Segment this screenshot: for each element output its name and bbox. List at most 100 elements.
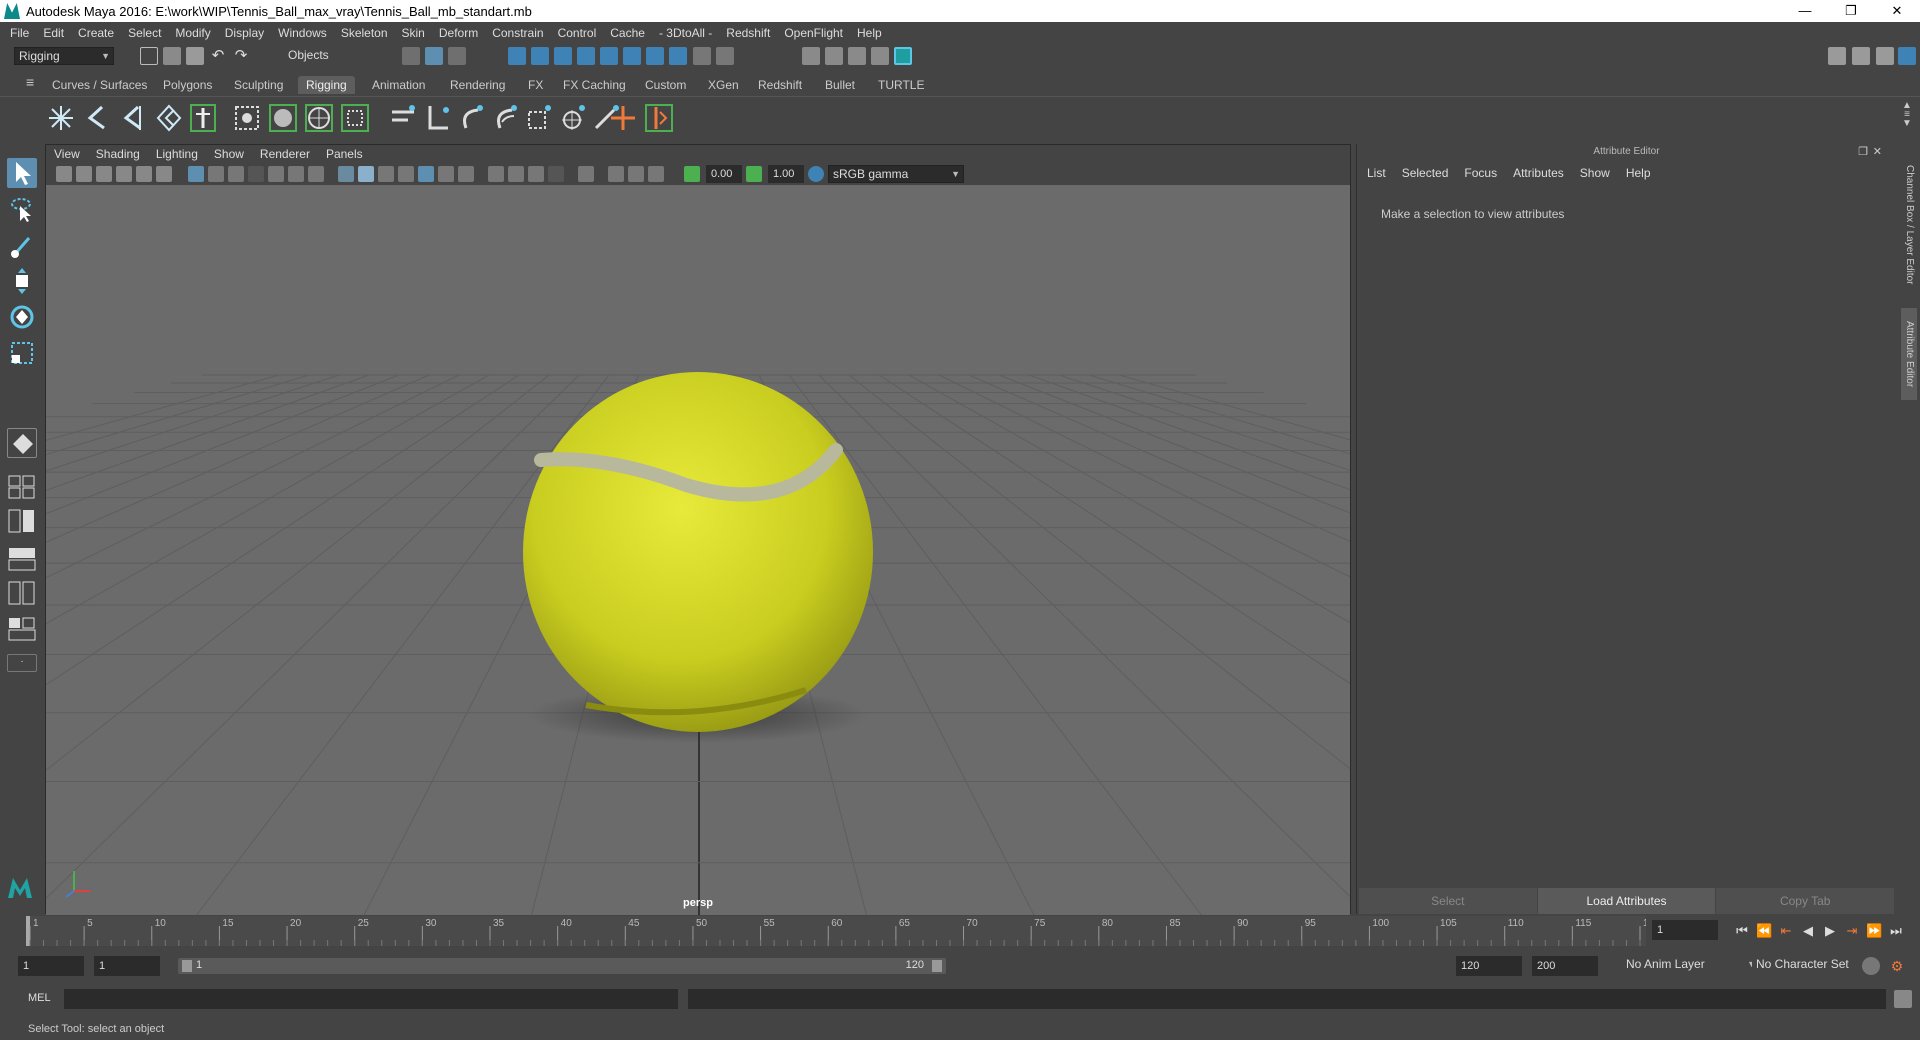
anti-aliasing-icon[interactable] bbox=[528, 166, 544, 182]
menu-skin[interactable]: Skin bbox=[402, 26, 425, 40]
snap-point-icon[interactable] bbox=[554, 47, 572, 65]
shadows-icon[interactable] bbox=[458, 166, 474, 182]
menu-constrain[interactable]: Constrain bbox=[492, 26, 543, 40]
attr-menu-help[interactable]: Help bbox=[1626, 166, 1651, 180]
render-settings-icon[interactable] bbox=[871, 47, 889, 65]
minimize-button[interactable]: — bbox=[1782, 0, 1828, 22]
aim-constraint-icon[interactable] bbox=[558, 102, 588, 134]
use-lights-icon[interactable] bbox=[438, 166, 454, 182]
menu-cache[interactable]: Cache bbox=[610, 26, 645, 40]
viewport-menu-shading[interactable]: Shading bbox=[96, 147, 140, 161]
ik-fk-switch-icon[interactable] bbox=[644, 102, 674, 134]
time-slider[interactable]: 1 5 10 15 20 25 30 35 40 45 50 55 60 65 70 75 80 85 90 95 10… bbox=[26, 916, 1646, 946]
new-scene-icon[interactable] bbox=[140, 47, 158, 65]
menu-deform[interactable]: Deform bbox=[439, 26, 478, 40]
add-locator-icon[interactable] bbox=[608, 102, 638, 134]
default-material-icon[interactable] bbox=[378, 166, 394, 182]
shelf-tab-fx-caching[interactable]: FX Caching bbox=[555, 76, 634, 94]
wireframe-on-shaded-icon[interactable] bbox=[398, 166, 414, 182]
safe-title-icon[interactable] bbox=[308, 166, 324, 182]
render-current-icon[interactable] bbox=[825, 47, 843, 65]
menu-3dtoall[interactable]: - 3DtoAll - bbox=[659, 26, 712, 40]
layout-two-panes-icon[interactable] bbox=[7, 506, 37, 533]
script-editor-icon[interactable] bbox=[1894, 990, 1912, 1008]
animation-preferences-icon[interactable]: ⚙ bbox=[1888, 957, 1906, 975]
attr-menu-attributes[interactable]: Attributes bbox=[1513, 166, 1564, 180]
auto-key-icon[interactable] bbox=[1862, 957, 1880, 975]
maximize-button[interactable]: ❐ bbox=[1828, 0, 1874, 22]
snap-live-icon[interactable] bbox=[600, 47, 618, 65]
exposure-icon[interactable] bbox=[684, 166, 700, 182]
menu-skeleton[interactable]: Skeleton bbox=[341, 26, 388, 40]
menu-openflight[interactable]: OpenFlight bbox=[784, 26, 843, 40]
paint-select-tool-icon[interactable] bbox=[7, 230, 37, 260]
attr-menu-list[interactable]: List bbox=[1367, 166, 1386, 180]
screen-space-ao-icon[interactable] bbox=[488, 166, 504, 182]
gamma-icon[interactable] bbox=[746, 166, 762, 182]
lock-icon[interactable] bbox=[693, 47, 711, 65]
redo-icon[interactable]: ↷ bbox=[232, 47, 250, 65]
step-forward-frame-icon[interactable]: ⇥ bbox=[1844, 924, 1860, 938]
wireframe-icon[interactable] bbox=[338, 166, 354, 182]
shelf-tab-rendering[interactable]: Rendering bbox=[442, 76, 513, 94]
shelf-tab-rigging[interactable]: Rigging bbox=[298, 76, 355, 94]
layout-single-icon[interactable] bbox=[7, 472, 37, 499]
cluster-icon[interactable] bbox=[268, 102, 298, 134]
shelf-tab-animation[interactable]: Animation bbox=[364, 76, 433, 94]
shelf-tab-fx[interactable]: FX bbox=[520, 76, 551, 94]
shelf-tab-curves-surfaces[interactable]: Curves / Surfaces bbox=[44, 76, 155, 94]
current-frame-field[interactable]: 1 bbox=[1652, 920, 1718, 940]
go-to-start-icon[interactable]: ⏮ bbox=[1734, 924, 1750, 938]
image-plane-icon[interactable] bbox=[116, 166, 132, 182]
symmetry-icon[interactable] bbox=[669, 47, 687, 65]
play-backwards-icon[interactable]: ◀ bbox=[1800, 924, 1816, 938]
range-slider-bar[interactable]: 1 120 bbox=[178, 958, 946, 974]
point-constraint-icon[interactable] bbox=[456, 102, 486, 134]
undo-icon[interactable]: ↶ bbox=[209, 47, 227, 65]
menu-file[interactable]: File bbox=[10, 26, 29, 40]
select-by-component-icon[interactable] bbox=[448, 47, 466, 65]
gamma-field[interactable]: 1.00 bbox=[768, 165, 804, 183]
parent-constraint-icon[interactable] bbox=[422, 102, 452, 134]
ipr-render-icon[interactable] bbox=[848, 47, 866, 65]
command-language-label[interactable]: MEL bbox=[28, 992, 51, 1004]
viewport-menu-renderer[interactable]: Renderer bbox=[260, 147, 310, 161]
bookmark-icon[interactable] bbox=[96, 166, 112, 182]
resolution-gate-icon[interactable] bbox=[228, 166, 244, 182]
menu-create[interactable]: Create bbox=[78, 26, 114, 40]
shelf-tab-sculpting[interactable]: Sculpting bbox=[226, 76, 291, 94]
select-by-hierarchy-icon[interactable] bbox=[402, 47, 420, 65]
rotate-tool-icon[interactable] bbox=[7, 302, 37, 332]
wrap-deformer-icon[interactable] bbox=[304, 102, 334, 134]
menu-help[interactable]: Help bbox=[857, 26, 882, 40]
grid-toggle-icon[interactable] bbox=[188, 166, 204, 182]
render-view-icon[interactable] bbox=[802, 47, 820, 65]
textured-icon[interactable] bbox=[418, 166, 434, 182]
selection-mode-dropdown[interactable]: Objects bbox=[284, 47, 384, 65]
smooth-shade-icon[interactable] bbox=[358, 166, 374, 182]
camera-select-icon[interactable] bbox=[56, 166, 72, 182]
wire-deformer-icon[interactable] bbox=[340, 102, 370, 134]
xray-icon[interactable] bbox=[608, 166, 624, 182]
camera-attributes-icon[interactable] bbox=[76, 166, 92, 182]
open-scene-icon[interactable] bbox=[163, 47, 181, 65]
ik-handle-icon[interactable] bbox=[82, 102, 112, 134]
shelf-tab-polygons[interactable]: Polygons bbox=[155, 76, 220, 94]
lattice-icon[interactable] bbox=[232, 102, 262, 134]
layout-persp-graph-icon[interactable] bbox=[7, 614, 37, 641]
tab-channel-box[interactable]: Channel Box / Layer Editor bbox=[1901, 150, 1917, 300]
attribute-editor-toggle-icon[interactable] bbox=[1898, 47, 1916, 65]
history-icon[interactable] bbox=[716, 47, 734, 65]
bind-skin-icon[interactable] bbox=[188, 102, 218, 134]
menu-edit[interactable]: Edit bbox=[43, 26, 64, 40]
copy-tab-button[interactable]: Copy Tab bbox=[1716, 888, 1895, 914]
scale-constraint-icon[interactable] bbox=[524, 102, 554, 134]
field-chart-icon[interactable] bbox=[268, 166, 284, 182]
mirror-joint-icon[interactable] bbox=[154, 102, 184, 134]
hypershade-icon[interactable] bbox=[894, 47, 912, 65]
menu-display[interactable]: Display bbox=[225, 26, 264, 40]
joint-tool-icon[interactable] bbox=[46, 102, 76, 134]
toolbox-collapse-icon[interactable]: · bbox=[7, 654, 37, 672]
grease-pencil-icon[interactable] bbox=[156, 166, 172, 182]
play-forwards-icon[interactable]: ▶ bbox=[1822, 924, 1838, 938]
